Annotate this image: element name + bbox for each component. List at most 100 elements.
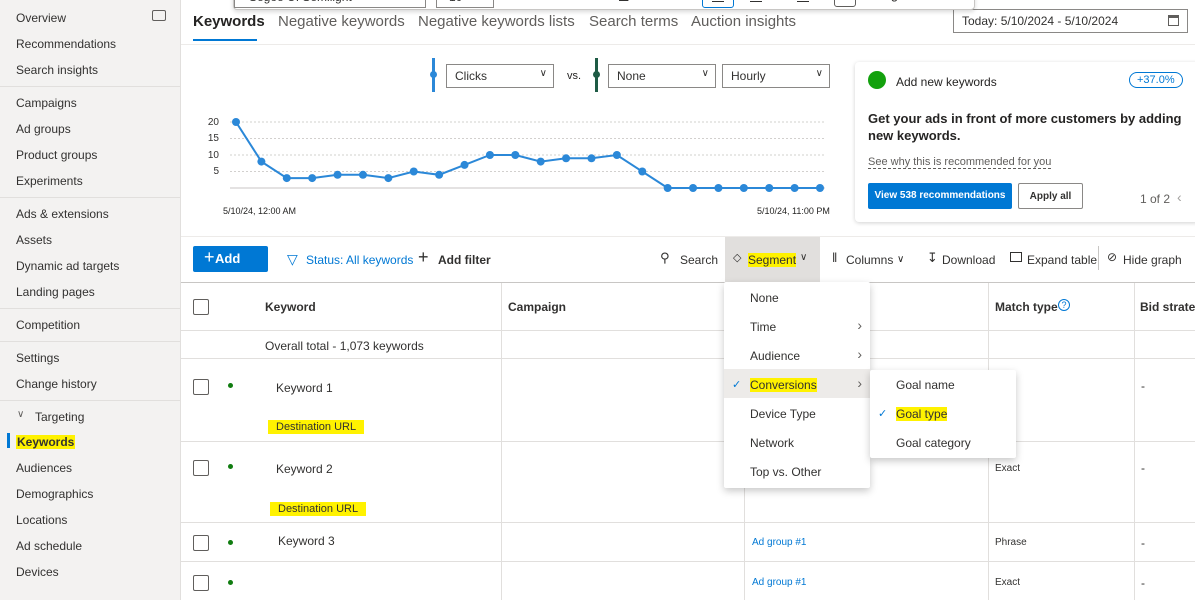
data-point[interactable] (460, 160, 469, 169)
data-point[interactable] (536, 157, 545, 166)
data-point[interactable] (384, 174, 393, 183)
metric1-select[interactable]: Clicks ∨ (446, 64, 554, 88)
sidebar-item-landing-pages[interactable]: Landing pages (16, 285, 95, 299)
data-point[interactable] (739, 184, 748, 192)
tab-negative-keyword-lists[interactable]: Negative keywords lists (418, 13, 575, 30)
data-point[interactable] (257, 157, 266, 166)
sidebar-item-devices[interactable]: Devices (16, 565, 59, 579)
background-fill-checkbox[interactable] (834, 0, 856, 7)
data-point[interactable] (663, 184, 672, 192)
row-checkbox[interactable] (193, 460, 209, 476)
chevron-left-icon[interactable]: ‹ (1177, 189, 1182, 205)
sidebar-item-competition[interactable]: Competition (16, 318, 80, 332)
keyword-cell[interactable]: Keyword 2 (276, 462, 333, 476)
date-range-picker[interactable]: Today: 5/10/2024 - 5/10/2024 (953, 9, 1188, 33)
data-point[interactable] (282, 174, 291, 183)
data-point[interactable] (638, 167, 647, 176)
data-point[interactable] (308, 174, 317, 183)
sidebar-item-search-insights[interactable]: Search insights (16, 63, 98, 77)
data-point[interactable] (435, 170, 444, 179)
data-point[interactable] (765, 184, 774, 192)
data-point[interactable] (587, 154, 596, 163)
menu-item-time[interactable]: Time › (724, 311, 870, 340)
data-point[interactable] (714, 184, 723, 192)
granularity-select[interactable]: Hourly ∨ (722, 64, 830, 88)
sidebar-item-overview[interactable]: Overview (16, 11, 66, 25)
apply-all-button[interactable]: Apply all (1018, 183, 1083, 209)
sidebar-item-targeting[interactable]: Targeting (35, 410, 84, 424)
sidebar-item-assets[interactable]: Assets (16, 233, 52, 247)
hide-graph-button[interactable]: Hide graph (1123, 253, 1182, 267)
submenu-item-goal-category[interactable]: Goal category (870, 428, 1016, 457)
data-point[interactable] (511, 151, 520, 159)
menu-item-top-vs-other[interactable]: Top vs. Other (724, 456, 870, 485)
submenu-item-goal-name[interactable]: Goal name (870, 370, 1016, 399)
font-size-select[interactable]: 10▼ (436, 0, 494, 8)
column-header-campaign[interactable]: Campaign (508, 300, 566, 314)
column-header-bid-strategy[interactable]: Bid strateg (1140, 300, 1195, 314)
menu-item-conversions[interactable]: ✓ Conversions › (724, 369, 870, 398)
collapse-panel-icon[interactable] (152, 10, 166, 21)
align-right-button[interactable] (791, 0, 815, 9)
sidebar-item-keywords[interactable]: Keywords (16, 435, 76, 449)
view-recommendations-button[interactable]: View 538 recommendations (868, 183, 1012, 209)
sidebar-item-change-history[interactable]: Change history (16, 377, 97, 391)
ad-group-link[interactable]: Ad group #1 (752, 577, 807, 588)
sidebar-item-demographics[interactable]: Demographics (16, 487, 93, 501)
ad-group-link[interactable]: Ad group #1 (752, 537, 807, 548)
download-button[interactable]: Download (942, 253, 995, 267)
data-point[interactable] (409, 167, 418, 176)
align-center-button[interactable] (744, 0, 768, 9)
sidebar-item-ad-groups[interactable]: Ad groups (16, 122, 71, 136)
sidebar-item-product-groups[interactable]: Product groups (16, 148, 97, 162)
data-point[interactable] (333, 170, 342, 179)
menu-item-network[interactable]: Network (724, 427, 870, 456)
data-point[interactable] (485, 151, 494, 159)
tab-negative-keywords[interactable]: Negative keywords (278, 13, 405, 30)
sidebar-item-ad-schedule[interactable]: Ad schedule (16, 539, 82, 553)
recommendation-reason-link[interactable]: See why this is recommended for you (868, 156, 1052, 169)
select-all-checkbox[interactable] (193, 299, 209, 315)
sidebar-item-locations[interactable]: Locations (16, 513, 67, 527)
data-point[interactable] (562, 154, 571, 163)
sidebar-item-audiences[interactable]: Audiences (16, 461, 72, 475)
data-point[interactable] (232, 118, 240, 126)
add-filter-button[interactable]: Add filter (438, 253, 491, 267)
sidebar-item-dynamic-ad-targets[interactable]: Dynamic ad targets (16, 259, 119, 273)
keyword-cell[interactable]: Keyword 1 (276, 381, 333, 395)
add-button[interactable]: + Add (193, 246, 268, 272)
italic-button[interactable]: I (578, 0, 582, 9)
expand-table-button[interactable]: Expand table (1027, 253, 1097, 267)
metric2-select[interactable]: None ∨ (608, 64, 716, 88)
help-icon[interactable]: ? (1058, 299, 1070, 311)
sidebar-item-campaigns[interactable]: Campaigns (16, 96, 77, 110)
bold-button[interactable]: B (538, 0, 547, 9)
data-point[interactable] (816, 184, 824, 192)
submenu-item-goal-type[interactable]: ✓ Goal type (870, 399, 1016, 428)
data-point[interactable] (358, 170, 367, 179)
menu-item-device-type[interactable]: Device Type (724, 398, 870, 427)
sidebar-item-recommendations[interactable]: Recommendations (16, 37, 116, 51)
keyword-cell[interactable]: Keyword 3 (278, 534, 335, 548)
search-button[interactable]: Search (680, 253, 718, 267)
sidebar-item-experiments[interactable]: Experiments (16, 174, 83, 188)
underline-button[interactable]: U (619, 0, 628, 9)
status-filter[interactable]: Status: All keywords (306, 253, 413, 267)
data-point[interactable] (790, 184, 799, 192)
columns-button[interactable]: Columns (846, 253, 893, 267)
tab-search-terms[interactable]: Search terms (589, 13, 678, 30)
tab-keywords[interactable]: Keywords (193, 13, 265, 30)
row-checkbox[interactable] (193, 379, 209, 395)
menu-item-audience[interactable]: Audience › (724, 340, 870, 369)
strikethrough-button[interactable]: S (660, 0, 669, 9)
column-header-match-type[interactable]: Match type (995, 300, 1058, 314)
sidebar-item-settings[interactable]: Settings (16, 351, 59, 365)
menu-item-none[interactable]: None (724, 282, 870, 311)
segment-button[interactable]: ◇ Segment ∨ (725, 237, 820, 282)
align-left-button[interactable] (702, 0, 734, 8)
tab-auction-insights[interactable]: Auction insights (691, 13, 796, 30)
font-name-select[interactable]: Segoe UI Semilight▼ (234, 0, 426, 8)
sidebar-item-ads-extensions[interactable]: Ads & extensions (16, 207, 109, 221)
data-point[interactable] (612, 151, 621, 159)
data-point[interactable] (689, 184, 698, 192)
